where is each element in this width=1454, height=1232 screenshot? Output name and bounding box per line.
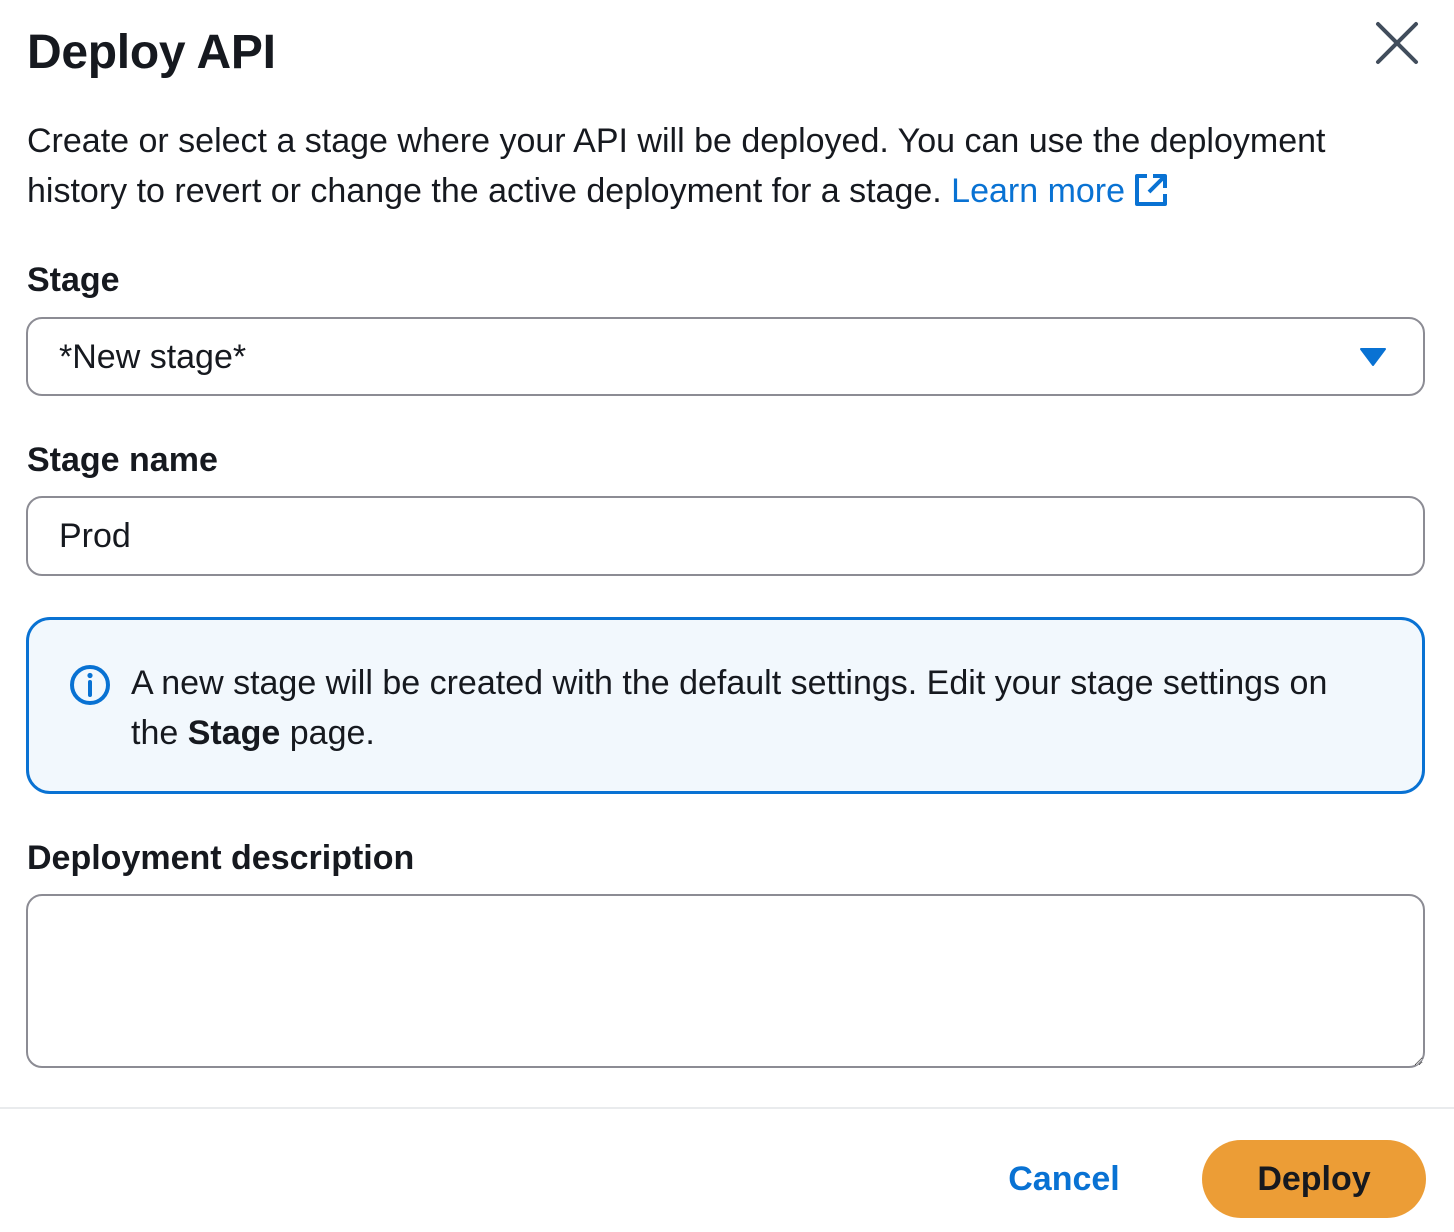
stage-select-value: *New stage* <box>59 338 247 376</box>
deployment-description-textarea[interactable] <box>26 894 1425 1068</box>
footer-divider <box>0 1107 1454 1109</box>
close-button[interactable] <box>1370 16 1424 70</box>
deployment-description-label: Deployment description <box>27 839 415 877</box>
deploy-api-modal: Deploy API Create or select a stage wher… <box>0 0 1454 1232</box>
learn-more-link[interactable]: Learn more <box>951 172 1169 210</box>
cancel-button[interactable]: Cancel <box>986 1140 1142 1218</box>
learn-more-label: Learn more <box>951 172 1126 210</box>
info-icon <box>70 665 110 705</box>
stage-select[interactable]: *New stage* <box>26 317 1425 396</box>
modal-title: Deploy API <box>27 26 276 79</box>
close-icon <box>1376 22 1418 64</box>
stage-name-input[interactable] <box>26 496 1425 576</box>
caret-down-icon <box>1360 348 1386 366</box>
modal-description: Create or select a stage where your API … <box>27 116 1417 216</box>
stage-name-label: Stage name <box>27 441 218 479</box>
info-alert-text: A new stage will be created with the def… <box>131 658 1331 758</box>
alert-text-after: page. <box>280 714 375 752</box>
deploy-button[interactable]: Deploy <box>1202 1140 1426 1218</box>
stage-label: Stage <box>27 261 120 299</box>
alert-text-bold: Stage <box>187 714 281 752</box>
info-alert: A new stage will be created with the def… <box>26 617 1425 794</box>
external-link-icon <box>1135 174 1168 206</box>
